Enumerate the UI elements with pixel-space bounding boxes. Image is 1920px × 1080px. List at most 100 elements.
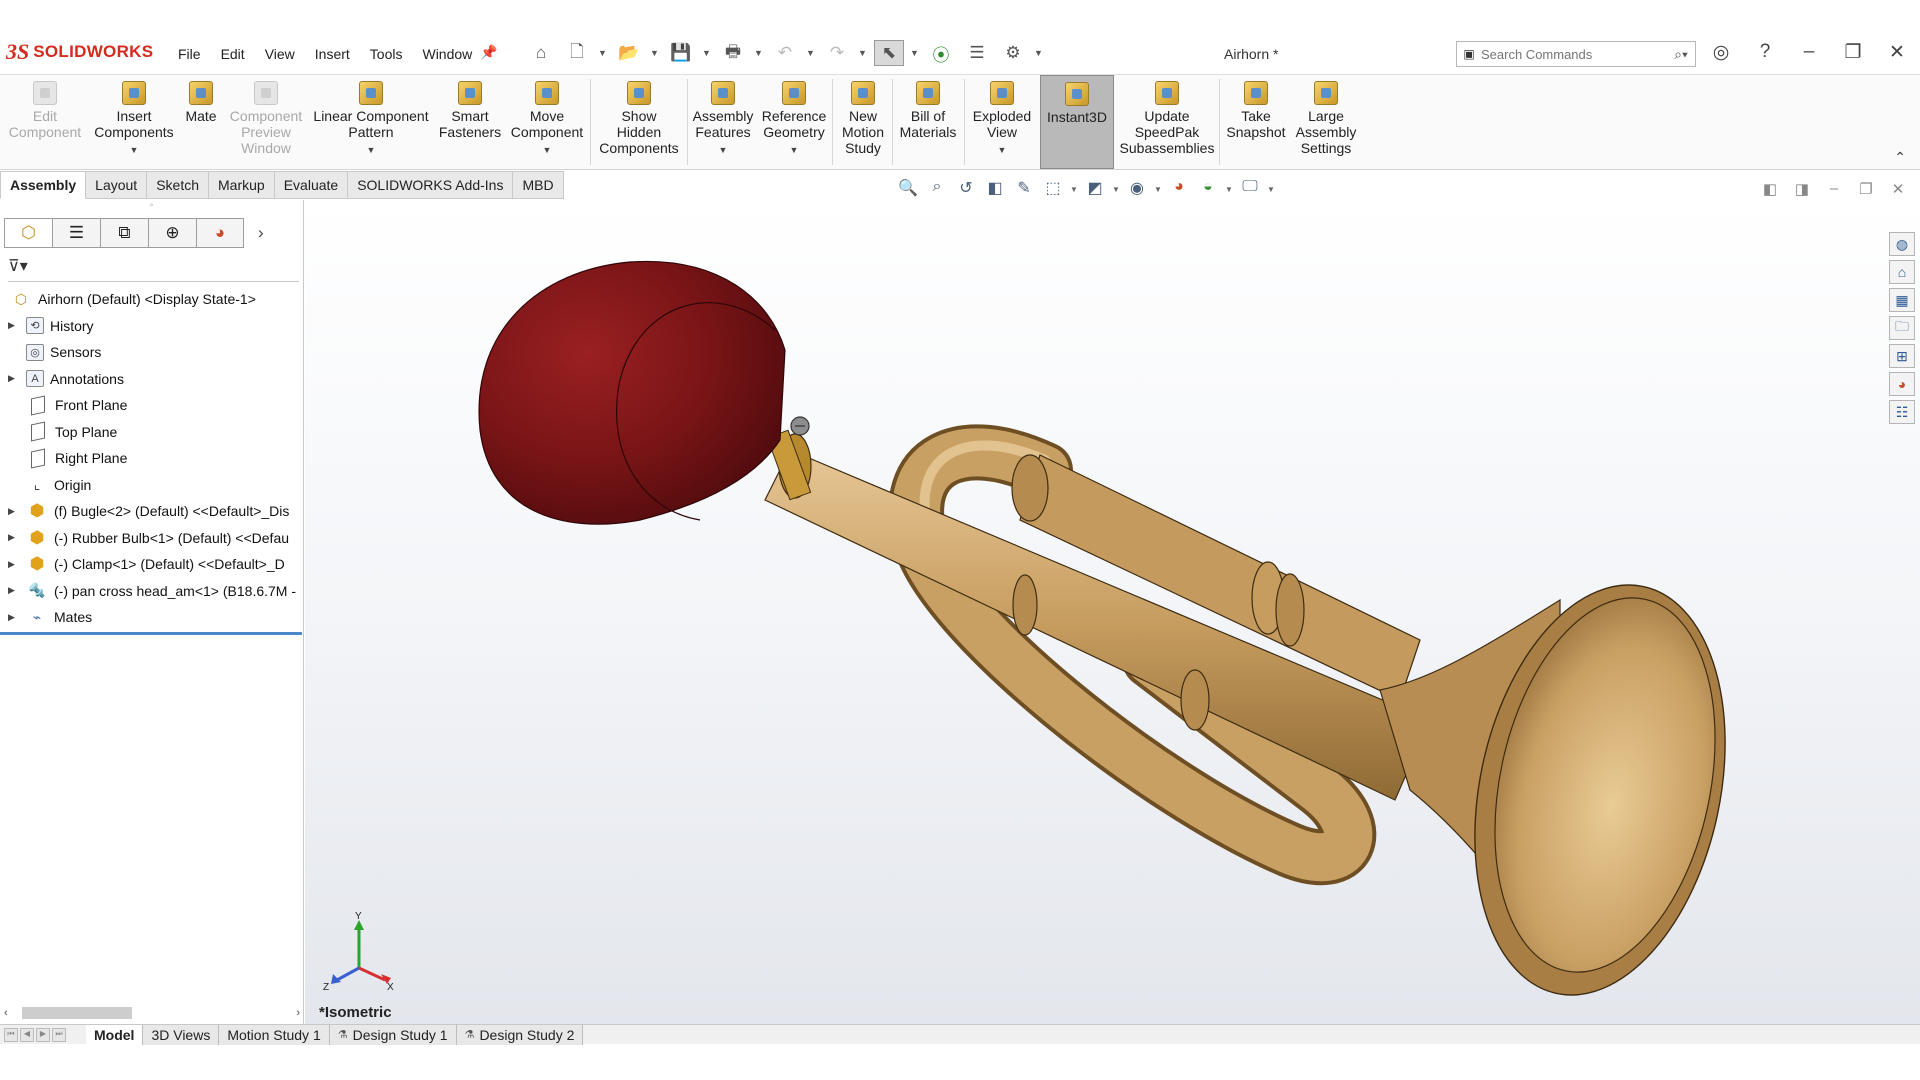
display-style-dropdown-icon[interactable]: ▼ bbox=[1112, 185, 1120, 194]
move-component-dropdown-icon[interactable]: ▼ bbox=[543, 142, 552, 158]
menu-window[interactable]: Window bbox=[412, 46, 482, 62]
viewport-minimize-icon[interactable]: – bbox=[1826, 180, 1842, 198]
menu-insert[interactable]: Insert bbox=[305, 46, 360, 62]
tree-item-top-plane[interactable]: Top Plane bbox=[0, 419, 300, 446]
more-tabs-chevron-icon[interactable]: › bbox=[258, 218, 264, 248]
help-icon[interactable]: ? bbox=[1750, 41, 1780, 64]
insert-components-dropdown-icon[interactable]: ▼ bbox=[130, 142, 139, 158]
configuration-manager-icon[interactable]: ⧉ bbox=[100, 218, 148, 248]
next-tab-icon[interactable]: ▶ bbox=[36, 1027, 50, 1042]
rebuild-traffic-light-icon[interactable]: ⦿ bbox=[926, 40, 956, 66]
expand-arrow-icon[interactable]: ▶ bbox=[8, 559, 22, 570]
linear-component-pattern-button[interactable]: Linear Component Pattern ▼ bbox=[310, 75, 432, 169]
dynamic-annotation-icon[interactable]: ✎ bbox=[1012, 178, 1036, 200]
viewport-close-icon[interactable]: ✕ bbox=[1890, 180, 1906, 198]
select-dropdown-icon[interactable]: ▼ bbox=[910, 48, 920, 58]
tree-item-sensors[interactable]: ◎ Sensors bbox=[0, 339, 300, 366]
print-dropdown-icon[interactable]: ▼ bbox=[754, 48, 764, 58]
search-commands-input[interactable] bbox=[1481, 46, 1667, 62]
menu-view[interactable]: View bbox=[255, 46, 305, 62]
tab-sketch[interactable]: Sketch bbox=[147, 171, 210, 199]
insert-components-button[interactable]: Insert Components ▼ bbox=[90, 75, 178, 169]
tab-assembly[interactable]: Assembly bbox=[0, 171, 87, 199]
display-manager-icon[interactable]: ◕ bbox=[196, 218, 244, 248]
instant3d-button[interactable]: Instant3D bbox=[1040, 75, 1114, 169]
tree-item-screw[interactable]: ▶ 🔩 (-) pan cross head_am<1> (B18.6.7M - bbox=[0, 578, 300, 605]
exploded-view-button[interactable]: Exploded View ▼ bbox=[967, 75, 1037, 169]
zoom-to-area-icon[interactable]: ⌕ bbox=[925, 178, 949, 200]
panel-grip[interactable]: ◦ bbox=[0, 200, 303, 214]
rollback-bar[interactable] bbox=[0, 632, 302, 635]
tab-design-study-1[interactable]: ⚗ Design Study 1 bbox=[329, 1024, 457, 1045]
expand-arrow-icon[interactable]: ▶ bbox=[8, 612, 22, 623]
property-manager-icon[interactable]: ☰ bbox=[52, 218, 100, 248]
select-cursor-icon[interactable]: ⬉ bbox=[874, 40, 904, 66]
scroll-left-icon[interactable]: ‹ bbox=[4, 1007, 8, 1019]
exploded-view-dropdown-icon[interactable]: ▼ bbox=[998, 142, 1007, 158]
menu-tools[interactable]: Tools bbox=[360, 46, 413, 62]
design-library-icon[interactable]: ▦ bbox=[1889, 288, 1915, 312]
hide-show-dropdown-icon[interactable]: ▼ bbox=[1154, 185, 1162, 194]
tree-item-history[interactable]: ▶ ⟲ History bbox=[0, 313, 300, 340]
tab-model[interactable]: Model bbox=[86, 1024, 144, 1045]
tree-item-mates[interactable]: ▶ ⌁ Mates bbox=[0, 604, 300, 631]
options-dropdown-icon[interactable]: ▼ bbox=[1034, 48, 1044, 58]
expand-arrow-icon[interactable]: ▶ bbox=[8, 585, 22, 596]
tile-left-icon[interactable]: ◧ bbox=[1762, 180, 1778, 198]
options-gear-icon[interactable]: ⚙ bbox=[998, 40, 1028, 66]
zoom-to-fit-icon[interactable]: 🔍 bbox=[896, 178, 920, 200]
move-component-button[interactable]: Move Component ▼ bbox=[508, 75, 586, 169]
save-dropdown-icon[interactable]: ▼ bbox=[702, 48, 712, 58]
restore-icon[interactable]: ❐ bbox=[1838, 41, 1868, 64]
component-preview-window-button[interactable]: Component Preview Window bbox=[226, 75, 306, 169]
tab-layout[interactable]: Layout bbox=[86, 171, 148, 199]
view-settings-monitor-icon[interactable]: 🖵 bbox=[1238, 178, 1262, 200]
viewport-restore-icon[interactable]: ❐ bbox=[1858, 180, 1874, 198]
collapse-ribbon-icon[interactable]: ⌃ bbox=[1894, 149, 1906, 166]
tree-item-clamp[interactable]: ▶ ⬢ (-) Clamp<1> (Default) <<Default>_D bbox=[0, 551, 300, 578]
rubber-bulb[interactable] bbox=[478, 260, 786, 525]
tab-design-study-2[interactable]: ⚗ Design Study 2 bbox=[456, 1024, 584, 1045]
account-icon[interactable]: ◎ bbox=[1706, 41, 1736, 64]
solidworks-logo[interactable]: 3S SOLIDWORKS bbox=[6, 39, 153, 65]
view-settings-dropdown-icon[interactable]: ▼ bbox=[1267, 185, 1275, 194]
tree-item-right-plane[interactable]: Right Plane bbox=[0, 445, 300, 472]
bugle-bell[interactable] bbox=[1379, 562, 1761, 1019]
previous-view-icon[interactable]: ↺ bbox=[954, 178, 978, 200]
edit-component-button[interactable]: Edit Component bbox=[6, 75, 84, 169]
tab-3d-views[interactable]: 3D Views bbox=[143, 1024, 220, 1045]
print-icon[interactable]: 🖶 bbox=[718, 40, 748, 66]
new-document-icon[interactable]: 🗋 bbox=[562, 40, 592, 66]
redo-icon[interactable]: ↷ bbox=[822, 40, 852, 66]
redo-dropdown-icon[interactable]: ▼ bbox=[858, 48, 868, 58]
view-orientation-dropdown-icon[interactable]: ▼ bbox=[1070, 185, 1078, 194]
menu-edit[interactable]: Edit bbox=[211, 46, 255, 62]
appearances-scenes-icon[interactable]: ◕ bbox=[1889, 372, 1915, 396]
apply-scene-dropdown-icon[interactable]: ▼ bbox=[1225, 185, 1233, 194]
tab-motion-study-1[interactable]: Motion Study 1 bbox=[219, 1024, 330, 1045]
tree-root-assembly[interactable]: ⬡ Airhorn (Default) <Display State-1> bbox=[0, 286, 300, 313]
new-dropdown-icon[interactable]: ▼ bbox=[598, 48, 608, 58]
view-orientation-icon[interactable]: ⬚ bbox=[1041, 178, 1065, 200]
search-icon[interactable]: ⌕▾ bbox=[1667, 46, 1695, 63]
home-task-pane-icon[interactable]: ⌂ bbox=[1889, 260, 1915, 284]
scroll-right-icon[interactable]: › bbox=[296, 1007, 300, 1019]
tree-item-annotations[interactable]: ▶ A Annotations bbox=[0, 366, 300, 393]
section-view-icon[interactable]: ◧ bbox=[983, 178, 1007, 200]
take-snapshot-button[interactable]: Take Snapshot bbox=[1222, 75, 1290, 169]
menu-file[interactable]: File bbox=[168, 46, 211, 62]
airhorn-model[interactable] bbox=[305, 200, 1920, 1024]
show-hidden-components-button[interactable]: Show Hidden Components bbox=[594, 75, 684, 169]
prev-tab-icon[interactable]: ◀ bbox=[20, 1027, 34, 1042]
assembly-features-button[interactable]: Assembly Features ▼ bbox=[690, 75, 756, 169]
undo-dropdown-icon[interactable]: ▼ bbox=[806, 48, 816, 58]
open-dropdown-icon[interactable]: ▼ bbox=[650, 48, 660, 58]
expand-arrow-icon[interactable]: ▶ bbox=[8, 532, 22, 543]
scroll-thumb[interactable] bbox=[22, 1007, 132, 1019]
tree-filter-icon[interactable]: ⊽▾ bbox=[8, 256, 299, 282]
last-tab-icon[interactable]: ⏭ bbox=[52, 1027, 66, 1042]
hide-show-items-icon[interactable]: ◉ bbox=[1125, 178, 1149, 200]
mate-button[interactable]: Mate bbox=[180, 75, 222, 169]
close-icon[interactable]: ✕ bbox=[1882, 41, 1912, 64]
feature-manager-tree-icon[interactable]: ⬡ bbox=[4, 218, 52, 248]
